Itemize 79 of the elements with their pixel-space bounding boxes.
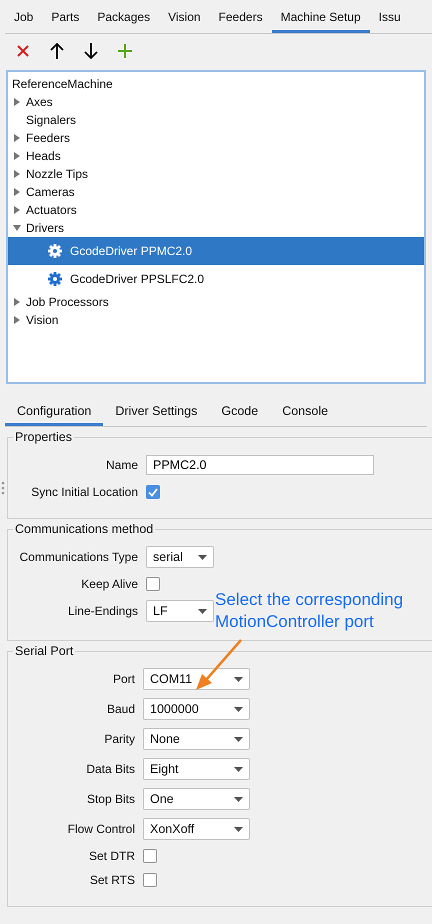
field-label: Stop Bits xyxy=(86,792,135,806)
checkbox[interactable] xyxy=(143,873,157,887)
annotation-text: MotionController port xyxy=(215,611,375,633)
collapsed-icon[interactable] xyxy=(12,151,22,161)
tree-item[interactable]: GcodeDriver PPSLFC2.0 xyxy=(8,265,424,293)
dropdown[interactable]: COM11 xyxy=(143,668,250,690)
group-title: Serial Port xyxy=(13,644,76,658)
group-title: Communications method xyxy=(13,522,156,536)
field-label: Parity xyxy=(103,732,135,746)
group-title: Properties xyxy=(13,430,74,444)
tab[interactable]: Job xyxy=(5,0,42,33)
tab[interactable]: Gcode xyxy=(209,398,270,426)
caret-icon xyxy=(234,706,243,712)
checkbox[interactable] xyxy=(146,485,160,499)
tree-item[interactable]: Signalers xyxy=(26,113,76,127)
caret-icon xyxy=(198,554,207,560)
caret-icon xyxy=(234,736,243,742)
caret-icon xyxy=(234,676,243,682)
tab[interactable]: Configuration xyxy=(5,398,104,426)
dropdown[interactable]: LF xyxy=(146,600,214,622)
collapsed-icon[interactable] xyxy=(12,297,22,307)
tree-item[interactable]: Feeders xyxy=(26,131,70,145)
gear-icon xyxy=(48,244,62,258)
tab[interactable]: Console xyxy=(270,398,340,426)
collapsed-icon[interactable] xyxy=(12,315,22,325)
tab[interactable]: Issu xyxy=(370,0,410,33)
tree-item[interactable]: Nozzle Tips xyxy=(26,167,88,181)
dropdown[interactable]: serial xyxy=(146,546,214,568)
collapsed-icon[interactable] xyxy=(12,97,22,107)
tab[interactable]: Feeders xyxy=(210,0,272,33)
tab[interactable]: Machine Setup xyxy=(272,0,370,33)
tree-item[interactable]: Drivers xyxy=(26,221,64,235)
field-label: Communications Type xyxy=(18,550,138,564)
field-label: Set DTR xyxy=(88,849,135,863)
dropdown[interactable]: Eight xyxy=(143,758,250,780)
tab[interactable]: Parts xyxy=(42,0,88,33)
tab[interactable]: Vision xyxy=(159,0,210,33)
tree-item[interactable]: GcodeDriver PPMC2.0 xyxy=(8,237,424,265)
field-label: Name xyxy=(104,458,138,472)
field-label: Keep Alive xyxy=(80,577,138,591)
name-field[interactable]: PPMC2.0 xyxy=(146,455,374,475)
dropdown[interactable]: XonXoff xyxy=(143,818,250,840)
annotation-text: Select the corresponding xyxy=(215,589,404,611)
collapsed-icon[interactable] xyxy=(12,205,22,215)
checkbox[interactable] xyxy=(146,577,160,591)
dropdown[interactable]: 1000000 xyxy=(143,698,250,720)
arrow-down-icon xyxy=(84,43,98,59)
caret-icon xyxy=(234,826,243,832)
caret-icon xyxy=(234,796,243,802)
field-label: Sync Initial Location xyxy=(30,485,138,499)
tree-item[interactable]: Axes xyxy=(26,95,53,109)
caret-icon xyxy=(234,766,243,772)
tab[interactable]: Packages xyxy=(88,0,160,33)
tree-item[interactable]: Actuators xyxy=(26,203,77,217)
arrow-up-icon xyxy=(50,43,64,59)
tree-item[interactable]: Heads xyxy=(26,149,61,163)
add-icon xyxy=(118,44,132,58)
collapsed-icon[interactable] xyxy=(12,169,22,179)
tree-item[interactable]: Vision xyxy=(26,313,58,327)
field-label: Port xyxy=(112,672,135,686)
field-label: Baud xyxy=(106,702,135,716)
gear-icon xyxy=(48,272,62,286)
dropdown[interactable]: One xyxy=(143,788,250,810)
tab[interactable]: Driver Settings xyxy=(103,398,210,426)
collapsed-icon[interactable] xyxy=(12,187,22,197)
splitter-grip-icon[interactable] xyxy=(1,480,5,496)
field-label: Data Bits xyxy=(85,762,135,776)
delete-icon xyxy=(17,45,29,57)
field-label: Line-Endings xyxy=(66,604,138,618)
dropdown[interactable]: None xyxy=(143,728,250,750)
caret-icon xyxy=(198,608,207,614)
checkbox[interactable] xyxy=(143,849,157,863)
tree-item[interactable]: Cameras xyxy=(26,185,75,199)
collapsed-icon[interactable] xyxy=(12,133,22,143)
field-label: Flow Control xyxy=(66,822,135,836)
tree-item[interactable]: Job Processors xyxy=(26,295,109,309)
expanded-icon[interactable] xyxy=(12,223,22,233)
field-label: Set RTS xyxy=(88,873,135,887)
tree-item[interactable]: ReferenceMachine xyxy=(12,77,113,91)
